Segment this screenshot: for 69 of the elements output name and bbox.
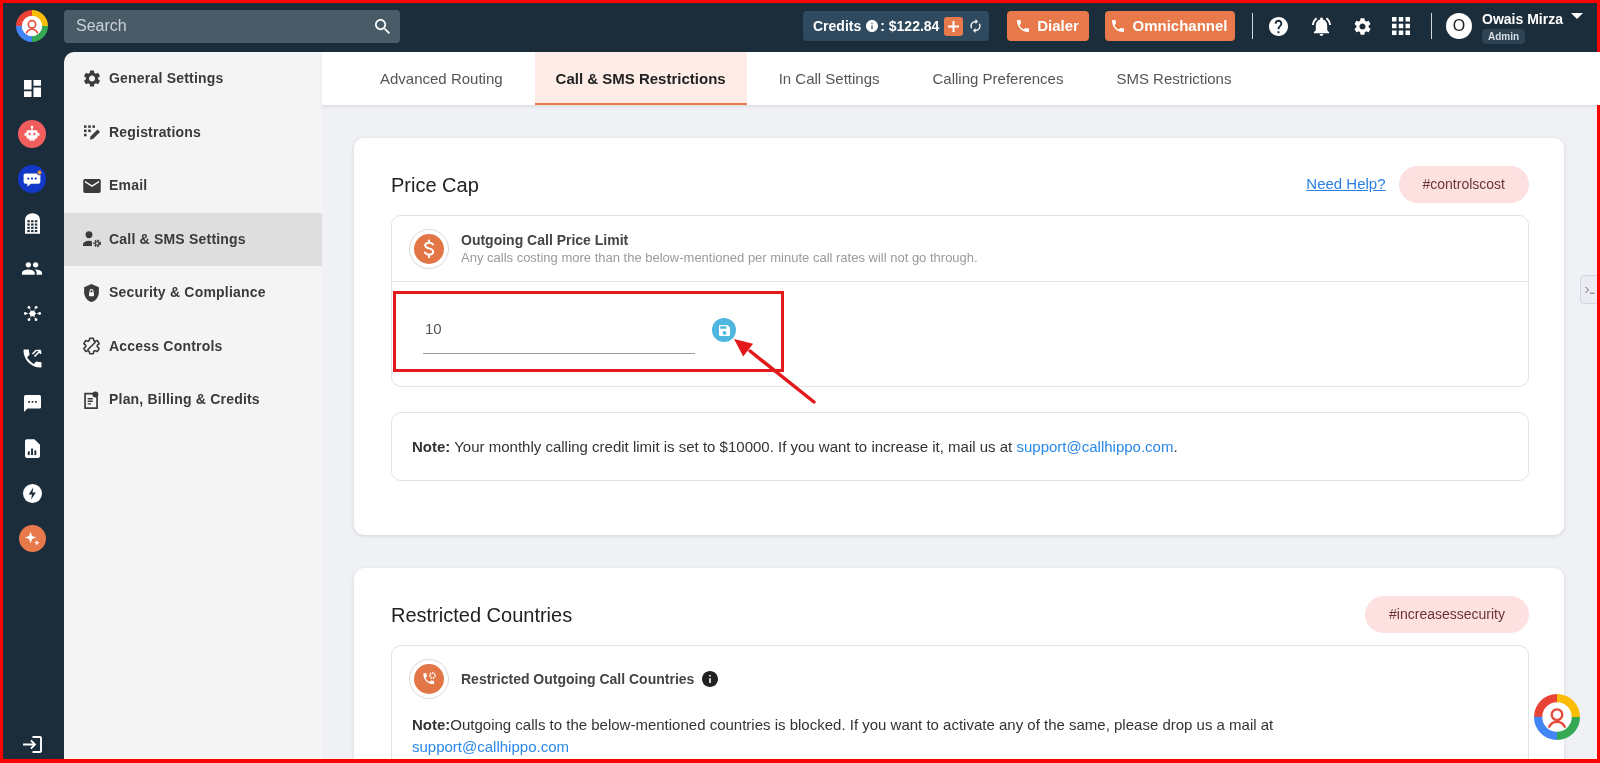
chat-widget-button[interactable] xyxy=(1534,694,1580,740)
report-icon[interactable] xyxy=(24,439,40,458)
tab[interactable]: Calling Preferences xyxy=(911,52,1085,105)
price-limit-field[interactable]: 10 xyxy=(423,312,695,354)
lightning-icon[interactable] xyxy=(22,484,42,503)
apps-grid-icon[interactable] xyxy=(1392,17,1410,35)
settings-menu-item[interactable]: Plan, Billing & Credits xyxy=(64,373,322,427)
gear-sync-icon xyxy=(83,337,100,356)
info-icon[interactable] xyxy=(866,20,879,32)
hashtag-tag: #controlscost xyxy=(1398,166,1529,203)
refresh-icon[interactable] xyxy=(970,19,982,33)
add-credits-button[interactable] xyxy=(944,16,964,36)
credits-label: Credits xyxy=(813,16,862,36)
phone-gear-icon xyxy=(409,659,449,699)
search-field[interactable]: Search xyxy=(64,9,400,43)
card-title: Restricted Countries xyxy=(391,602,573,628)
settings-menu-item[interactable]: Registrations xyxy=(64,105,322,159)
settings-menu-item[interactable]: Email xyxy=(64,159,322,213)
bell-icon[interactable] xyxy=(1312,16,1331,36)
role-badge: Admin xyxy=(1482,28,1526,44)
credits-amount: : $122.84 xyxy=(880,16,940,36)
save-icon xyxy=(718,324,730,336)
login-icon[interactable] xyxy=(22,736,42,753)
settings-menu-item[interactable]: Security & Compliance xyxy=(64,266,322,320)
search-icon[interactable] xyxy=(375,18,390,34)
settings-menu-item[interactable]: General Settings xyxy=(64,52,322,106)
dialpad-icon[interactable] xyxy=(24,213,40,234)
dashboard-icon[interactable] xyxy=(23,80,41,97)
shield-lock-icon xyxy=(84,283,99,302)
setting-title: Restricted Outgoing Call Countries xyxy=(461,669,695,689)
note-text: Note: Your monthly calling credit limit is set to $10000. If you want to increase it, mail us at support@callhippo.com. xyxy=(412,436,1178,457)
gear-icon xyxy=(83,70,100,88)
user-name[interactable]: Owais Mirza xyxy=(1482,10,1563,27)
receipt-icon xyxy=(84,390,99,409)
phone-arrows-icon[interactable] xyxy=(22,349,42,368)
plus-icon xyxy=(948,20,960,32)
tab[interactable]: Advanced Routing xyxy=(359,52,524,105)
terminal-icon xyxy=(1585,285,1595,294)
tab[interactable]: In Call Settings xyxy=(757,52,901,105)
setting-title: Outgoing Call Price Limit xyxy=(461,231,630,249)
robot-icon[interactable] xyxy=(18,119,46,148)
settings-menu-item[interactable]: Access Controls xyxy=(64,319,322,373)
network-icon[interactable] xyxy=(22,304,42,323)
sparkle-icon[interactable] xyxy=(18,525,46,552)
tab[interactable]: SMS Restrictions xyxy=(1095,52,1253,105)
card-title: Price Cap xyxy=(391,172,479,198)
chat-bubble-icon[interactable] xyxy=(18,164,46,193)
setting-description: Any calls costing more than the below-mentioned per minute call rates will not go through. xyxy=(461,248,978,266)
email-link[interactable]: support@callhippo.com xyxy=(412,738,569,755)
mail-icon xyxy=(82,178,101,193)
help-link[interactable]: Need Help? xyxy=(1306,173,1386,196)
info-icon[interactable] xyxy=(702,671,719,687)
settings-menu-item[interactable]: Call & SMS Settings xyxy=(64,212,322,266)
dollar-icon xyxy=(409,228,449,269)
caret-icon[interactable] xyxy=(1570,13,1583,19)
phone-icon xyxy=(1017,20,1030,32)
email-link[interactable]: support@callhippo.com xyxy=(1016,437,1174,455)
dots-pen-icon xyxy=(83,124,100,140)
hashtag-tag: #increasessecurity xyxy=(1365,596,1529,633)
user-gear-icon xyxy=(82,230,101,248)
note-text: Note:Outgoing calls to the below-mentioned countries is blocked. If you want to activate any of the same, please drop us a mail at support@callhippo.com xyxy=(412,715,1275,757)
user-avatar[interactable]: O xyxy=(1446,13,1472,39)
settings-icon[interactable] xyxy=(1354,17,1371,35)
logo-icon[interactable] xyxy=(16,10,48,42)
tab[interactable]: Call & SMS Restrictions xyxy=(534,52,747,105)
users-icon[interactable] xyxy=(22,262,42,275)
message-icon[interactable] xyxy=(23,395,41,412)
help-icon[interactable] xyxy=(1269,16,1288,36)
phone-icon xyxy=(1112,20,1125,32)
